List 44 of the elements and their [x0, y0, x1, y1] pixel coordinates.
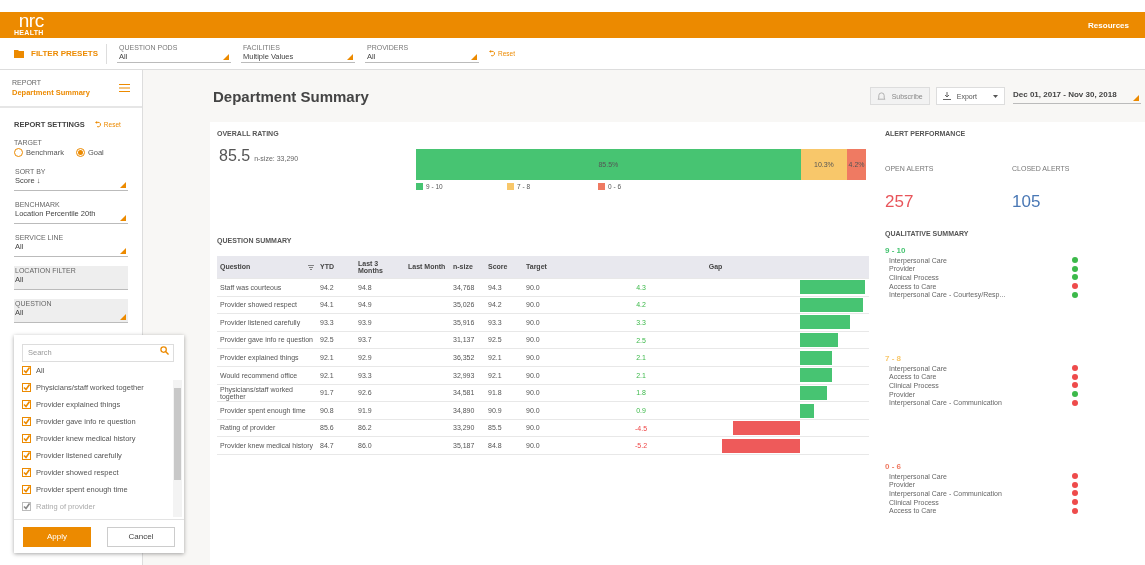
caret-icon	[346, 54, 353, 60]
gap-bar	[800, 333, 838, 348]
group-label: 0 - 6	[885, 462, 901, 471]
gap-bar	[800, 368, 832, 383]
checkbox[interactable]	[22, 417, 31, 426]
gap-bar	[800, 350, 832, 365]
caret-icon	[120, 314, 126, 320]
page-title: Department Summary	[213, 87, 369, 105]
caret-icon	[222, 54, 229, 60]
checkbox[interactable]	[22, 434, 31, 443]
caret-icon	[1133, 95, 1139, 101]
gap-bar	[732, 421, 800, 436]
menu-icon[interactable]	[119, 84, 130, 92]
gap-bar	[800, 297, 863, 312]
sort-icon[interactable]	[308, 264, 314, 270]
checkbox[interactable]	[22, 485, 31, 494]
gap-bar	[800, 403, 814, 418]
checkbox[interactable]	[22, 383, 31, 392]
group-label: 9 - 10	[885, 246, 906, 255]
download-icon	[942, 92, 951, 100]
checkbox[interactable]	[22, 468, 31, 477]
checkbox[interactable]	[22, 400, 31, 409]
search-icon	[160, 345, 169, 355]
group-label: 7 - 8	[885, 354, 901, 363]
checkbox[interactable]	[22, 451, 31, 460]
date-range-select[interactable]: Dec 01, 2017 - Nov 30, 2018	[1013, 88, 1141, 104]
caret-icon	[120, 215, 126, 221]
folder-icon	[14, 49, 25, 58]
caret-icon	[120, 182, 126, 188]
gap-bar	[800, 385, 827, 400]
caret-icon	[120, 248, 126, 254]
undo-icon	[94, 121, 102, 128]
gap-bar	[800, 280, 865, 295]
bell-icon	[876, 91, 886, 101]
open-alerts-count: 257	[885, 192, 915, 212]
checkbox[interactable]	[22, 366, 31, 375]
overall-score: 85.5	[219, 147, 251, 165]
scrollbar[interactable]	[173, 380, 182, 517]
gap-bar	[800, 315, 850, 330]
undo-icon	[488, 50, 496, 57]
caret-icon	[470, 54, 477, 60]
cancel-button[interactable]: Cancel	[107, 526, 175, 547]
caret-icon	[993, 94, 998, 98]
closed-alerts-count: 105	[1012, 192, 1042, 212]
